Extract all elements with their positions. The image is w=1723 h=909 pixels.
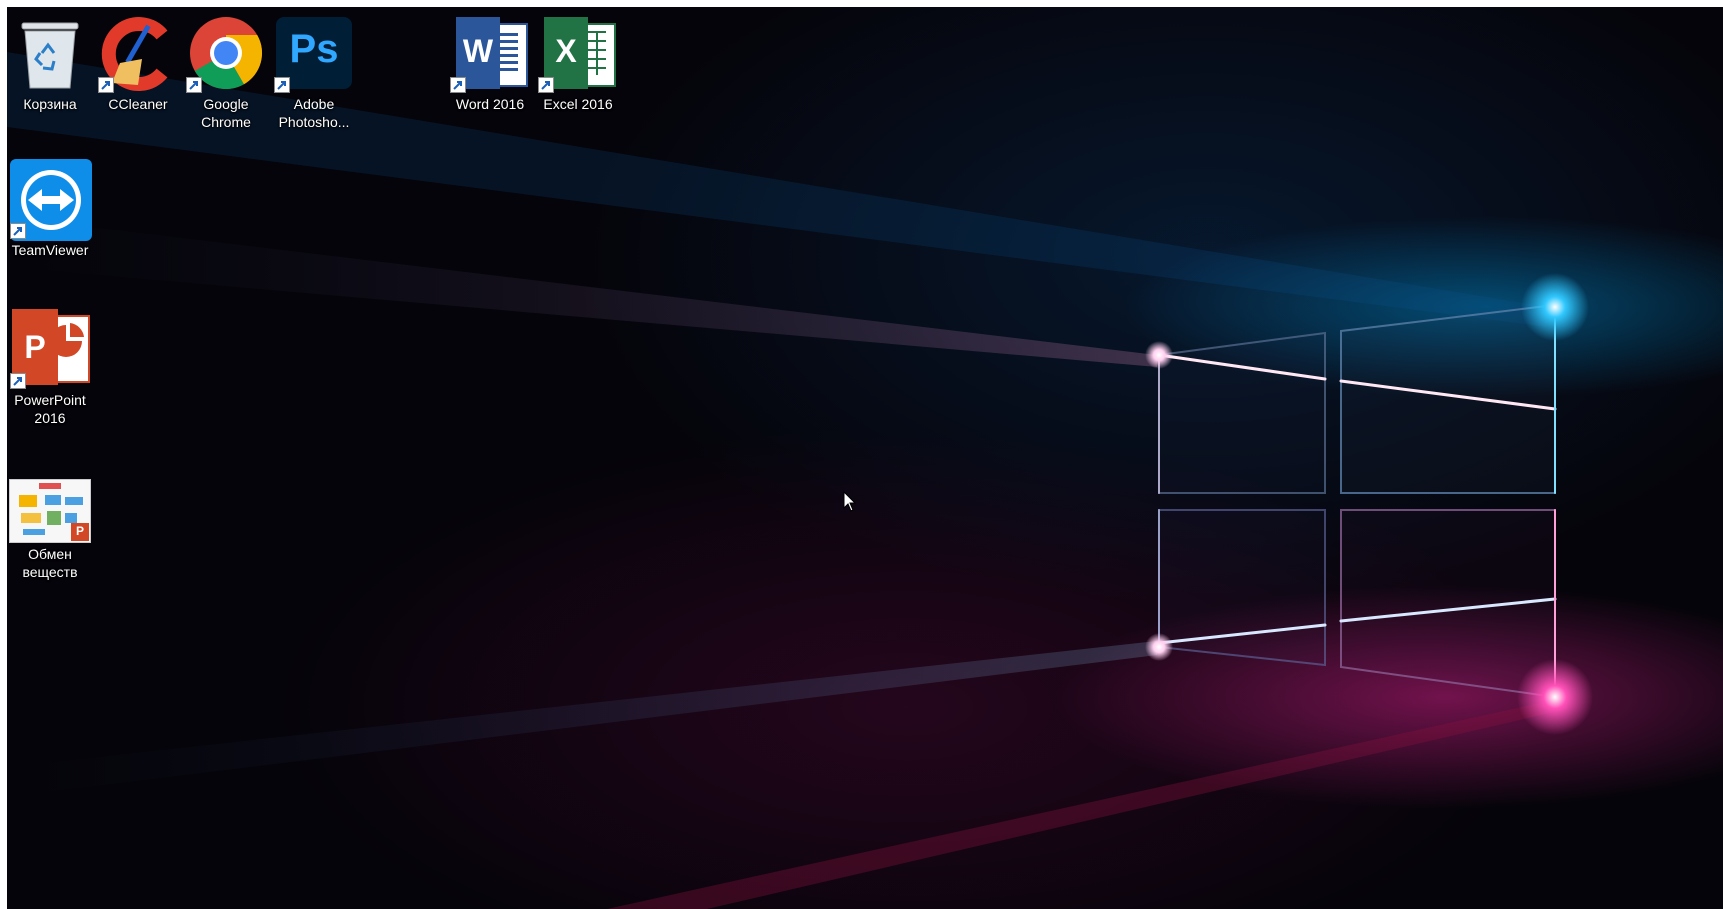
desktop[interactable]: Корзина CCleaner Google Chrome Ps Adobe … — [7, 7, 1723, 909]
desktop-icon-powerpoint[interactable]: P PowerPoint 2016 — [7, 309, 93, 427]
mouse-cursor-icon — [843, 491, 857, 512]
shortcut-arrow-icon — [274, 77, 290, 93]
ccleaner-icon — [98, 13, 178, 93]
desktop-icon-label: Обмен веществ — [22, 546, 78, 580]
shortcut-arrow-icon — [10, 223, 26, 239]
powerpoint-glyph: P — [24, 329, 46, 365]
word-glyph: W — [462, 33, 494, 69]
powerpoint-icon: P — [10, 309, 90, 389]
desktop-icon-word[interactable]: W Word 2016 — [447, 13, 533, 113]
desktop-icon-teamviewer[interactable]: TeamViewer — [7, 159, 93, 259]
presentation-badge-glyph: P — [75, 524, 84, 538]
teamviewer-icon — [10, 159, 92, 241]
desktop-icon-recycle-bin[interactable]: Корзина — [7, 13, 93, 113]
desktop-icon-label: TeamViewer — [11, 242, 89, 258]
desktop-icon-presentation-file[interactable]: P Обмен веществ — [7, 479, 93, 581]
desktop-icon-label: Google Chrome — [201, 96, 251, 130]
recycle-bin-icon — [10, 13, 90, 93]
shortcut-arrow-icon — [450, 77, 466, 93]
shortcut-arrow-icon — [98, 77, 114, 93]
desktop-icon-excel[interactable]: X Excel 2016 — [535, 13, 621, 113]
chrome-icon — [186, 13, 266, 93]
desktop-icon-label: Корзина — [23, 96, 77, 112]
wallpaper — [7, 52, 1593, 909]
desktop-icon-chrome[interactable]: Google Chrome — [183, 13, 269, 131]
excel-glyph: X — [555, 33, 577, 69]
desktop-icon-label: Adobe Photosho... — [278, 96, 350, 130]
desktop-icon-label: PowerPoint 2016 — [14, 392, 86, 426]
photoshop-icon: Ps — [274, 13, 354, 93]
desktop-icon-label: Word 2016 — [455, 96, 525, 112]
word-icon: W — [450, 13, 530, 93]
desktop-icon-photoshop[interactable]: Ps Adobe Photosho... — [271, 13, 357, 131]
shortcut-arrow-icon — [10, 373, 26, 389]
photoshop-glyph: Ps — [289, 27, 339, 71]
excel-icon: X — [538, 13, 618, 93]
desktop-icon-label: Excel 2016 — [543, 96, 613, 112]
desktop-icon-label: CCleaner — [108, 96, 168, 112]
presentation-file-icon: P — [9, 479, 91, 543]
desktop-icon-ccleaner[interactable]: CCleaner — [95, 13, 181, 113]
shortcut-arrow-icon — [538, 77, 554, 93]
shortcut-arrow-icon — [186, 77, 202, 93]
